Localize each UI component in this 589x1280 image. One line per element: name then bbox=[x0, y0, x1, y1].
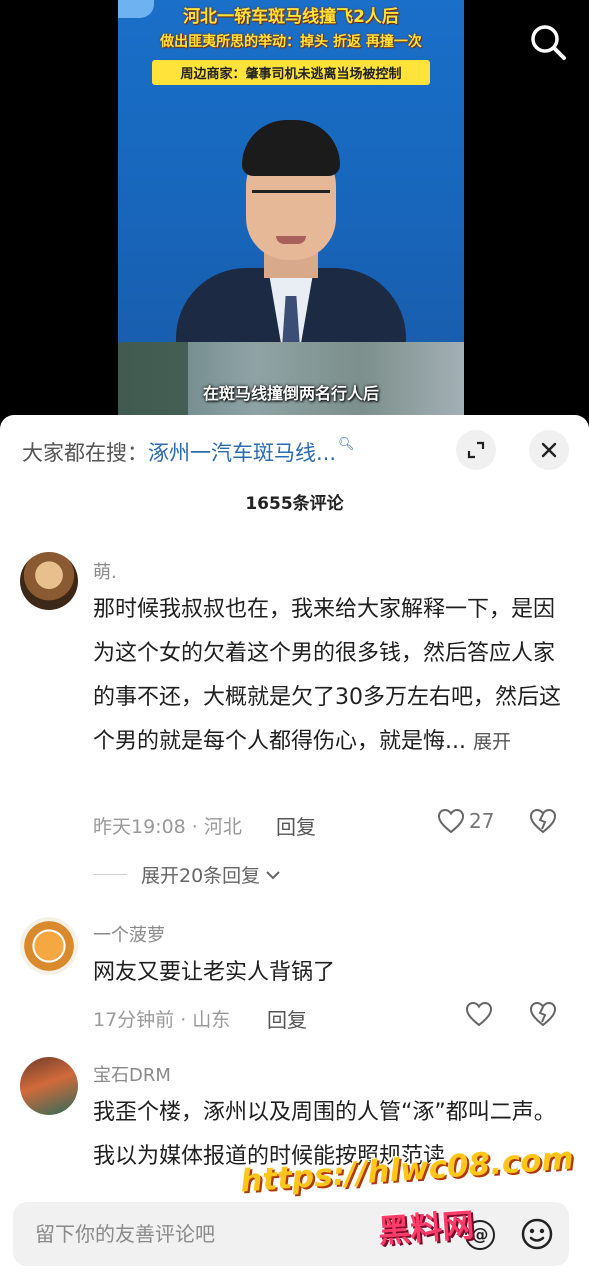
like-button[interactable] bbox=[465, 1001, 493, 1027]
video-headline-3: 周边商家：肇事司机未逃离当场被控制 bbox=[152, 60, 430, 85]
hot-search-link[interactable]: 大家都在搜：涿州一汽车斑马线... 🔍︎ bbox=[22, 437, 452, 467]
hot-search-label: 大家都在搜： bbox=[22, 441, 148, 465]
like-button[interactable]: 27 bbox=[437, 808, 494, 834]
like-count: 27 bbox=[469, 809, 495, 833]
broken-heart-icon bbox=[529, 808, 557, 834]
comment-nickname[interactable]: 萌. bbox=[93, 558, 117, 584]
emoji-icon[interactable] bbox=[521, 1218, 553, 1250]
avatar[interactable] bbox=[20, 1057, 78, 1115]
video-player[interactable]: 河北一轿车斑马线撞飞2人后 做出匪夷所思的举动：掉头 折返 再撞一次 周边商家：… bbox=[0, 0, 589, 430]
comment-item: 一个菠萝 网友又要让老实人背锅了 17分钟前 · 山东 回复 bbox=[0, 915, 589, 1045]
comment-text[interactable]: 网友又要让老实人背锅了 bbox=[93, 951, 569, 995]
expand-button[interactable] bbox=[456, 430, 496, 470]
expand-icon bbox=[467, 441, 485, 459]
video-headline-2: 做出匪夷所思的举动：掉头 折返 再撞一次 bbox=[160, 34, 422, 50]
broken-heart-icon bbox=[529, 1001, 557, 1027]
close-button[interactable] bbox=[529, 430, 569, 470]
video-frame: 河北一轿车斑马线撞飞2人后 做出匪夷所思的举动：掉头 折返 再撞一次 周边商家：… bbox=[118, 0, 464, 415]
close-icon bbox=[541, 442, 557, 458]
comment-meta: 昨天19:08 · 河北 bbox=[93, 816, 242, 838]
news-anchor-figure bbox=[176, 108, 406, 358]
video-subtitle: 在斑马线撞倒两名行人后 bbox=[202, 384, 379, 403]
comment-nickname[interactable]: 宝石DRM bbox=[93, 1061, 171, 1087]
chevron-down-icon bbox=[266, 870, 280, 879]
avatar[interactable] bbox=[20, 917, 78, 975]
comment-text[interactable]: 那时候我叔叔也在，我来给大家解释一下，是因为这个女的欠着这个男的很多钱，然后答应… bbox=[93, 588, 569, 764]
show-replies-button[interactable]: 展开20条回复 bbox=[93, 861, 282, 888]
heart-icon bbox=[437, 808, 465, 834]
search-icon[interactable] bbox=[528, 22, 568, 62]
magnifier-icon: 🔍︎ bbox=[338, 437, 355, 452]
watermark-brand: 黑料网 bbox=[376, 1205, 476, 1251]
video-headline-1: 河北一轿车斑马线撞飞2人后 bbox=[183, 7, 399, 27]
dislike-button[interactable] bbox=[529, 1001, 557, 1031]
dislike-button[interactable] bbox=[529, 808, 557, 838]
hot-search-term[interactable]: 涿州一汽车斑马线... bbox=[148, 441, 336, 465]
comment-count: 1655条评论 bbox=[245, 494, 344, 514]
comment-input-bar: @ bbox=[0, 1188, 589, 1280]
comments-header: 大家都在搜：涿州一汽车斑马线... 🔍︎ 1655条评论 bbox=[0, 415, 589, 525]
expand-text-link[interactable]: 展开 bbox=[473, 731, 511, 753]
heart-icon bbox=[465, 1001, 493, 1027]
reply-button[interactable]: 回复 bbox=[267, 1004, 307, 1033]
show-replies-label: 展开20条回复 bbox=[141, 865, 261, 887]
comment-item: 萌. 那时候我叔叔也在，我来给大家解释一下，是因为这个女的欠着这个男的很多钱，然… bbox=[0, 550, 589, 895]
comment-input-box[interactable]: @ bbox=[13, 1202, 569, 1266]
reply-button[interactable]: 回复 bbox=[276, 811, 316, 840]
comment-meta: 17分钟前 · 山东 bbox=[93, 1009, 231, 1031]
avatar[interactable] bbox=[20, 552, 78, 610]
comment-nickname[interactable]: 一个菠萝 bbox=[93, 921, 165, 947]
